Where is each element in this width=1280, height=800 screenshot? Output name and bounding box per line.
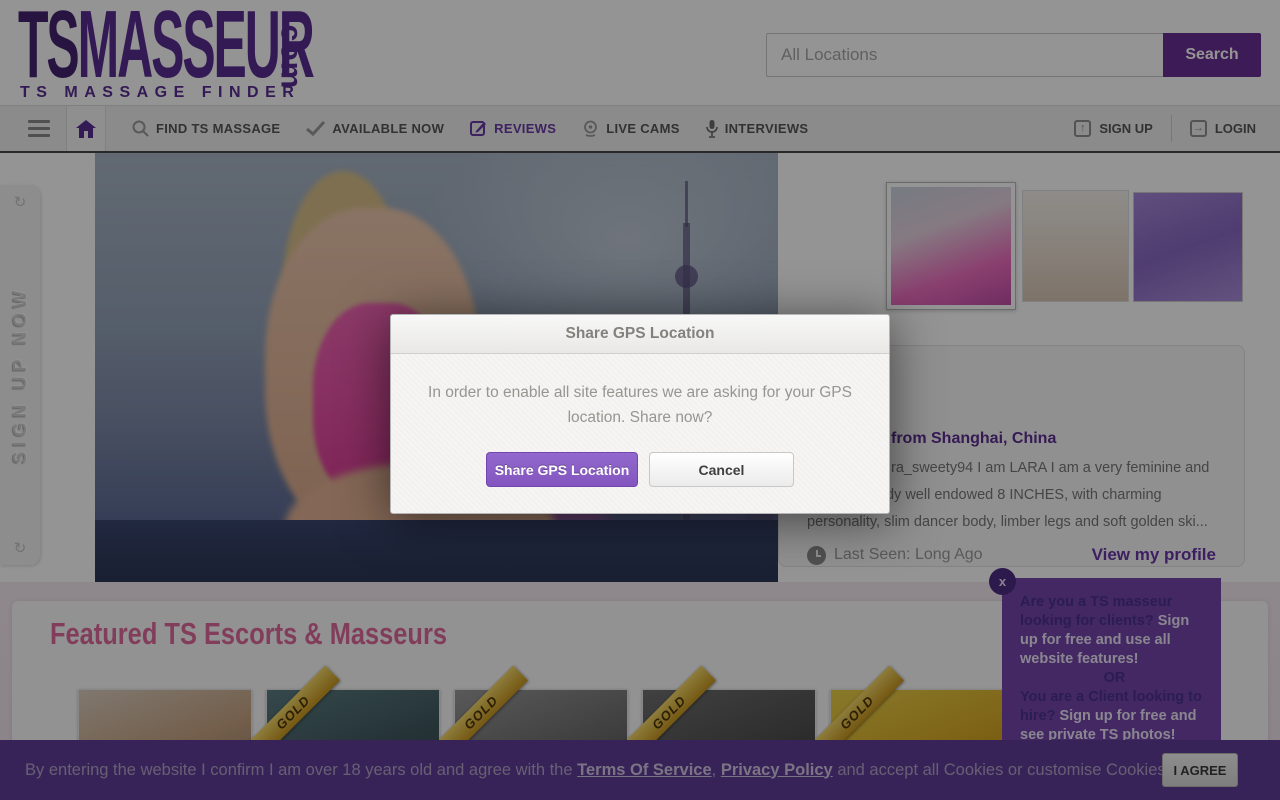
gps-modal-body: In order to enable all site features we …	[391, 354, 889, 513]
gps-modal: Share GPS Location In order to enable al…	[390, 314, 890, 514]
gps-modal-message: In order to enable all site features we …	[419, 380, 861, 430]
share-gps-button[interactable]: Share GPS Location	[486, 452, 638, 487]
gps-modal-title: Share GPS Location	[391, 315, 889, 354]
page: TSMASSEUR com TS MASSAGE FINDER Search F…	[0, 0, 1280, 800]
gps-modal-buttons: Share GPS Location Cancel	[419, 452, 861, 487]
cancel-button[interactable]: Cancel	[649, 452, 794, 487]
